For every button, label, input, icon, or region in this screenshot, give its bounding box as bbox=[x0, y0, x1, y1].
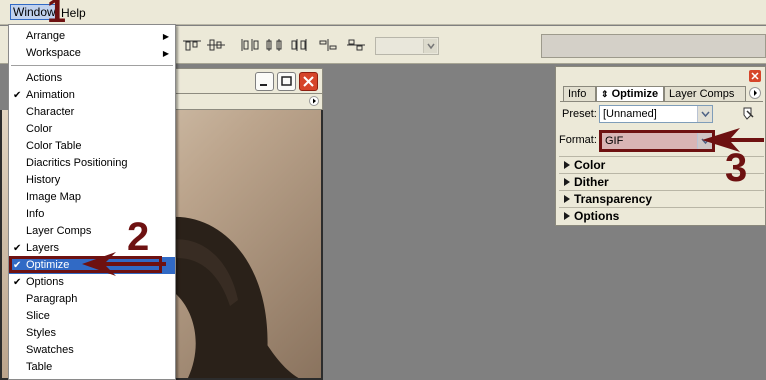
distribute-right-icon[interactable] bbox=[290, 38, 310, 52]
distribute-center-icon[interactable] bbox=[265, 38, 285, 52]
document-title-bar[interactable] bbox=[170, 68, 323, 94]
chevron-down-icon bbox=[697, 106, 712, 122]
distribute-left-icon[interactable] bbox=[240, 38, 260, 52]
maximize-icon[interactable] bbox=[277, 72, 296, 91]
scroll-right-icon[interactable] bbox=[309, 96, 319, 106]
tab-info[interactable]: Info bbox=[563, 86, 596, 101]
checkmark-icon: ✔ bbox=[13, 277, 22, 288]
menu-item-color[interactable]: Color bbox=[9, 121, 175, 138]
tab-optimize[interactable]: ⇕ Optimize bbox=[596, 86, 664, 101]
menu-item-history[interactable]: History bbox=[9, 172, 175, 189]
checkmark-icon: ✔ bbox=[13, 90, 22, 101]
up-down-arrows-icon: ⇕ bbox=[601, 89, 609, 99]
toolbar-field[interactable] bbox=[541, 34, 766, 58]
preset-select[interactable]: [Unnamed] bbox=[599, 105, 713, 123]
panel-menu-icon[interactable] bbox=[749, 87, 761, 99]
expand-triangle-icon bbox=[564, 178, 570, 186]
optimize-menu-icon[interactable] bbox=[740, 105, 758, 123]
menu-item-character[interactable]: Character bbox=[9, 104, 175, 121]
menu-item-info[interactable]: Info bbox=[9, 206, 175, 223]
menu-item-paragraph[interactable]: Paragraph bbox=[9, 291, 175, 308]
annotation-step-2: 2 bbox=[127, 215, 150, 259]
preset-label: Preset: bbox=[562, 108, 597, 120]
menu-item-workspace[interactable]: Workspace ▶ bbox=[9, 45, 175, 62]
expand-triangle-icon bbox=[564, 195, 570, 203]
close-icon[interactable] bbox=[299, 72, 318, 91]
menu-item-animation[interactable]: ✔ Animation bbox=[9, 87, 175, 104]
format-label: Format: bbox=[559, 134, 597, 146]
menu-item-table[interactable]: Table bbox=[9, 359, 175, 376]
toolbar-dropdown[interactable] bbox=[375, 37, 439, 55]
document-tab-strip bbox=[170, 94, 323, 110]
submenu-arrow-icon: ▶ bbox=[162, 49, 169, 58]
menu-item-image-map[interactable]: Image Map bbox=[9, 189, 175, 206]
align-top-icon[interactable] bbox=[182, 38, 202, 52]
menu-item-layer-comps[interactable]: Layer Comps bbox=[9, 223, 175, 240]
menu-bar: Window Help bbox=[0, 0, 766, 25]
menu-item-styles[interactable]: Styles bbox=[9, 325, 175, 342]
tab-divider bbox=[560, 101, 763, 102]
minimize-icon[interactable] bbox=[255, 72, 274, 91]
align-middle-icon[interactable] bbox=[206, 38, 226, 52]
auto-align-icon[interactable] bbox=[346, 38, 366, 52]
annotation-step-1: 1 bbox=[47, 0, 66, 30]
expand-triangle-icon bbox=[564, 161, 570, 169]
menu-item-color-table[interactable]: Color Table bbox=[9, 138, 175, 155]
chevron-down-icon bbox=[423, 39, 437, 53]
section-transparency[interactable]: Transparency bbox=[559, 190, 764, 206]
expand-triangle-icon bbox=[564, 212, 570, 220]
menu-item-actions[interactable]: Actions bbox=[9, 70, 175, 87]
menu-separator bbox=[11, 65, 173, 66]
annotation-arrow-2 bbox=[82, 252, 166, 276]
distribute-horizontal-icon[interactable] bbox=[318, 38, 338, 52]
tab-layer-comps[interactable]: Layer Comps bbox=[664, 86, 746, 101]
menu-item-diacritics-positioning[interactable]: Diacritics Positioning bbox=[9, 155, 175, 172]
menu-item-swatches[interactable]: Swatches bbox=[9, 342, 175, 359]
menu-item-slice[interactable]: Slice bbox=[9, 308, 175, 325]
submenu-arrow-icon: ▶ bbox=[162, 32, 169, 41]
window-menu-dropdown: Arrange ▶ Workspace ▶ Actions ✔ Animatio… bbox=[8, 24, 176, 380]
checkmark-icon: ✔ bbox=[13, 243, 22, 254]
menu-item-arrange[interactable]: Arrange ▶ bbox=[9, 28, 175, 45]
section-options[interactable]: Options bbox=[559, 207, 764, 223]
annotation-step-3: 3 bbox=[725, 146, 748, 190]
close-icon[interactable] bbox=[749, 70, 761, 82]
format-select[interactable]: GIF bbox=[599, 130, 715, 152]
